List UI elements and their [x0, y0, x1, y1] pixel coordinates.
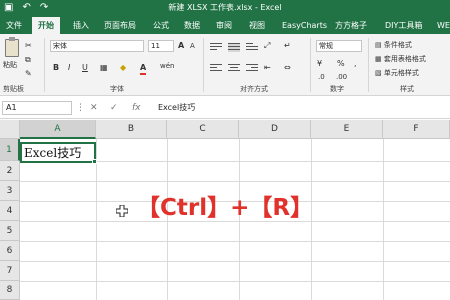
font-name-select[interactable]: 宋体 — [50, 40, 144, 52]
font-group-label: 字体 — [110, 85, 124, 93]
tab-review[interactable]: 审阅 — [216, 17, 232, 34]
row-header-6[interactable]: 6 — [0, 241, 20, 261]
decrease-decimal-icon[interactable]: .00 — [336, 72, 347, 83]
tab-formulas[interactable]: 公式 — [153, 17, 169, 34]
grow-font-button[interactable]: A — [178, 40, 184, 51]
align-middle-icon[interactable] — [228, 43, 240, 52]
name-box[interactable]: A1 — [2, 101, 72, 115]
fill-handle[interactable] — [92, 159, 97, 164]
currency-button[interactable]: ¥ — [317, 58, 322, 69]
alignment-group-label: 对齐方式 — [240, 85, 268, 93]
tab-insert[interactable]: 插入 — [73, 17, 89, 34]
row-header-8[interactable]: 8 — [0, 281, 20, 300]
align-bottom-icon[interactable] — [246, 43, 258, 52]
ribbon: 粘贴 ✂ ⧉ ✎ 剪贴板 宋体 11 A A B I U ▦ ◆ A wén 字… — [0, 34, 450, 96]
row-header-1[interactable]: 1 — [0, 139, 20, 161]
column-header-e[interactable]: E — [311, 120, 383, 139]
row-header-4[interactable]: 4 — [0, 201, 20, 221]
align-right-icon[interactable] — [246, 64, 258, 73]
format-as-table-button[interactable]: ▦ 套用表格格式 — [375, 54, 426, 64]
enter-icon[interactable]: ✓ — [110, 101, 118, 115]
cell-styles-button[interactable]: ▧ 单元格样式 — [375, 68, 419, 78]
styles-group-label: 样式 — [400, 85, 414, 93]
tab-fangfange[interactable]: 方方格子 — [335, 17, 367, 34]
font-color-button[interactable]: A — [140, 62, 147, 75]
merge-center-icon[interactable]: ⇔ — [284, 62, 291, 73]
divider — [368, 38, 369, 92]
tab-easycharts[interactable]: EasyCharts — [282, 17, 327, 34]
column-header-a[interactable]: A — [20, 120, 96, 139]
format-as-table-label: 套用表格格式 — [383, 55, 426, 63]
orientation-icon[interactable]: ⤢ — [264, 40, 270, 51]
number-group-label: 数字 — [330, 85, 344, 93]
wrap-text-icon[interactable]: ↵ — [284, 40, 291, 51]
cell-styles-label: 单元格样式 — [383, 69, 419, 77]
underline-button[interactable]: U — [82, 62, 88, 73]
percent-button[interactable]: % — [337, 58, 345, 69]
number-format-select[interactable]: 常规 — [316, 40, 362, 52]
cell-cursor-icon — [116, 205, 128, 217]
column-header-f[interactable]: F — [383, 120, 450, 139]
column-header-d[interactable]: D — [239, 120, 311, 139]
cell-styles-icon: ▧ — [375, 69, 384, 77]
ribbon-tabs: 文件 开始 插入 页面布局 公式 数据 审阅 视图 EasyCharts 方方格… — [0, 17, 450, 34]
align-center-icon[interactable] — [228, 64, 240, 73]
tab-view[interactable]: 视图 — [249, 17, 265, 34]
increase-decimal-icon[interactable]: .0 — [318, 72, 325, 83]
conditional-format-label: 条件格式 — [383, 41, 412, 49]
align-left-icon[interactable] — [210, 64, 222, 73]
border-icon[interactable]: ▦ — [100, 62, 108, 73]
column-header-b[interactable]: B — [96, 120, 167, 139]
row-header-5[interactable]: 5 — [0, 221, 20, 241]
row-header-3[interactable]: 3 — [0, 181, 20, 201]
row-header-7[interactable]: 7 — [0, 261, 20, 281]
shortcut-overlay-text: 【Ctrl】+【R】 — [137, 195, 314, 221]
gridline — [20, 181, 450, 182]
formula-input[interactable]: Excel技巧 — [155, 101, 448, 115]
clipboard-group-label: 剪贴板 — [3, 85, 24, 93]
bold-button[interactable]: B — [53, 62, 59, 73]
cancel-icon[interactable]: ✕ — [90, 101, 98, 115]
select-all-corner[interactable] — [0, 120, 20, 139]
copy-icon[interactable]: ⧉ — [25, 54, 31, 65]
tab-file[interactable]: 文件 — [6, 17, 22, 34]
gridline — [383, 139, 384, 300]
paste-icon[interactable] — [5, 37, 19, 57]
cell-a1-value: Excel技巧 — [24, 146, 82, 160]
tab-data[interactable]: 数据 — [184, 17, 200, 34]
phonetic-button[interactable]: wén — [160, 61, 174, 72]
gridline — [20, 261, 450, 262]
tab-page-layout[interactable]: 页面布局 — [104, 17, 136, 34]
table-format-icon: ▦ — [375, 55, 384, 63]
column-header-c[interactable]: C — [167, 120, 239, 139]
tab-we[interactable]: WE — [437, 17, 450, 34]
fill-color-icon[interactable]: ◆ — [120, 62, 126, 73]
font-size-select[interactable]: 11 — [148, 40, 174, 52]
title-bar: ▣ ↶ ↷ 新建 XLSX 工作表.xlsx - Excel — [0, 0, 450, 17]
cut-icon[interactable]: ✂ — [25, 40, 32, 51]
divider — [44, 38, 45, 92]
gridline — [20, 241, 450, 242]
conditional-format-icon: ▤ — [375, 41, 384, 49]
shrink-font-button[interactable]: A — [190, 41, 195, 52]
tab-diy-toolbox[interactable]: DIY工具箱 — [385, 17, 422, 34]
indent-icon[interactable]: ⇤ — [264, 62, 271, 73]
more-icon[interactable]: ⋮ — [76, 101, 85, 115]
italic-button[interactable]: I — [68, 62, 70, 73]
align-top-icon[interactable] — [210, 43, 222, 52]
insert-function-icon[interactable]: fx — [132, 101, 141, 115]
row-header-2[interactable]: 2 — [0, 161, 20, 181]
window-title: 新建 XLSX 工作表.xlsx - Excel — [168, 3, 282, 12]
divider — [203, 38, 204, 92]
gridline — [20, 281, 450, 282]
formula-bar: A1 ⋮ ✕ ✓ fx Excel技巧 — [0, 97, 450, 119]
comma-button[interactable]: , — [354, 58, 357, 69]
tab-home[interactable]: 开始 — [32, 17, 60, 34]
paste-button[interactable]: 粘贴 — [3, 60, 17, 71]
conditional-format-button[interactable]: ▤ 条件格式 — [375, 40, 412, 50]
divider — [310, 38, 311, 92]
format-painter-icon[interactable]: ✎ — [25, 68, 32, 79]
